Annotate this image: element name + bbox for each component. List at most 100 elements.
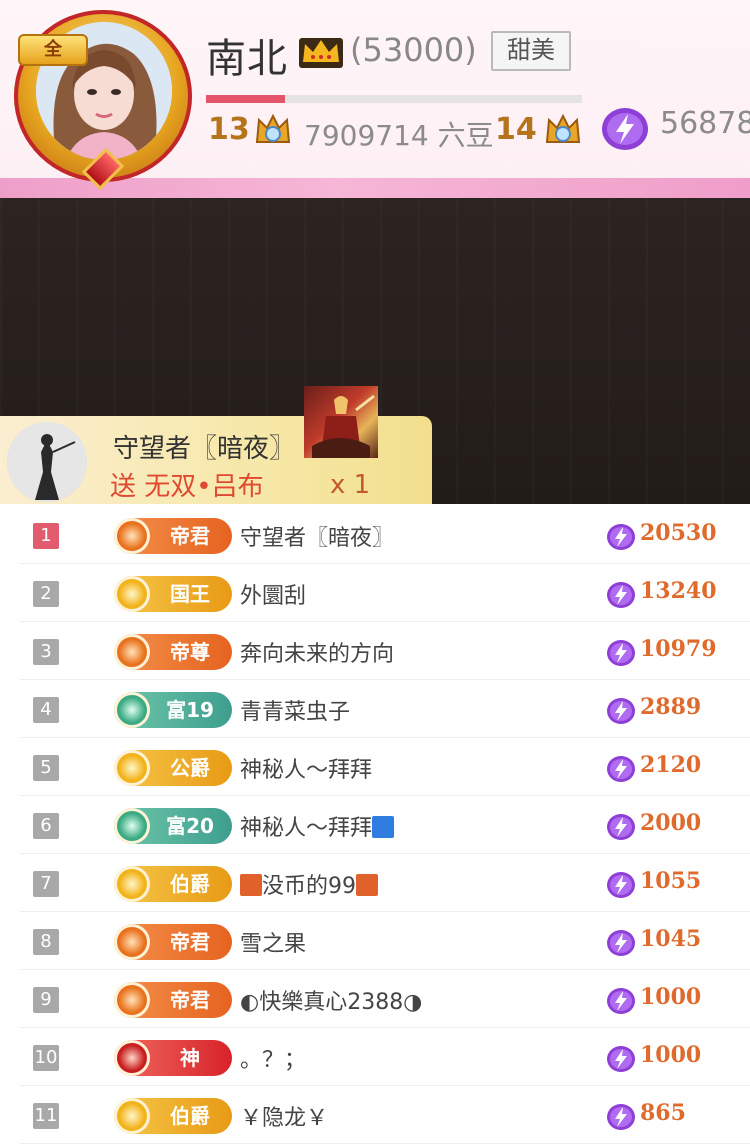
- gift-sender-name[interactable]: 守望者〖暗夜〗: [113, 428, 295, 465]
- user-rank-badge: 帝尊: [114, 634, 232, 670]
- badge-emblem-icon: [114, 692, 150, 728]
- level-progress-fill: [206, 95, 285, 103]
- gift-sender-avatar-image: [7, 422, 87, 502]
- badge-emblem-icon: [114, 866, 150, 902]
- rank-score: 2889: [640, 694, 702, 720]
- rank-user-name[interactable]: 外圜刮: [240, 578, 306, 610]
- rank-number: 8: [33, 929, 59, 955]
- user-rank-badge: 伯爵: [114, 866, 232, 902]
- rank-user-name[interactable]: ◐快樂真心2388◑: [240, 984, 422, 1016]
- rank-user-name-text: 守望者〖暗夜〗: [240, 526, 395, 551]
- level-crown-icon: [255, 113, 291, 143]
- rank-user-name[interactable]: 奔向未来的方向: [240, 636, 394, 668]
- rank-score: 10979: [640, 636, 717, 662]
- rank-score: 13240: [640, 578, 717, 604]
- rank-row[interactable]: 4 富19 青青菜虫子 2889: [20, 680, 750, 738]
- rank-number: 3: [33, 639, 59, 665]
- lightning-coin-icon: [606, 1102, 636, 1132]
- rank-row[interactable]: 3 帝尊 奔向未来的方向 10979: [20, 622, 750, 680]
- anchor-fan-count: (53000): [350, 31, 477, 69]
- rank-user-name-text: 神秘人～拜拜: [240, 758, 373, 783]
- rank-score: 1045: [640, 926, 702, 952]
- current-level: 13: [208, 112, 250, 147]
- rank-user-name-text: 没币的99: [262, 874, 356, 899]
- rank-user-name[interactable]: 守望者〖暗夜〗: [240, 520, 394, 552]
- frame-tag-badge: 全: [18, 34, 88, 66]
- lightning-coin-icon: [606, 580, 636, 610]
- badge-emblem-icon: [114, 808, 150, 844]
- rank-user-name[interactable]: 神秘人～拜拜: [240, 752, 372, 784]
- next-level: 14: [495, 112, 537, 147]
- rank-score: 20530: [640, 520, 717, 546]
- badge-emblem-icon: [114, 576, 150, 612]
- lightning-coin-icon: [606, 870, 636, 900]
- rank-score: 1000: [640, 984, 702, 1010]
- lightning-coin-icon: [606, 812, 636, 842]
- rank-user-name[interactable]: ￥隐龙￥: [240, 1100, 328, 1132]
- user-rank-badge: 帝君: [114, 518, 232, 554]
- anchor-style-tag: 甜美: [491, 31, 571, 71]
- anchor-avatar-frame[interactable]: 全: [6, 2, 196, 191]
- user-rank-badge: 富20: [114, 808, 232, 844]
- lightning-coin-icon: [606, 928, 636, 958]
- badge-title: 富20: [166, 814, 214, 838]
- rank-score: 1055: [640, 868, 702, 894]
- rank-score: 865: [640, 1100, 686, 1126]
- name-suffix-icon: [372, 816, 395, 838]
- crown-icon: [299, 38, 343, 68]
- rank-user-name-text: ◐快樂真心2388◑: [240, 990, 423, 1015]
- badge-title: 富19: [166, 698, 214, 722]
- rank-row[interactable]: 8 帝君 雪之果 1045: [20, 912, 750, 970]
- rank-user-name-text: 外圜刮: [240, 584, 307, 609]
- rank-row[interactable]: 11 伯爵 ￥隐龙￥ 865: [20, 1086, 750, 1144]
- rank-row[interactable]: 10 神 。？； 1000: [20, 1028, 750, 1086]
- badge-emblem-icon: [114, 750, 150, 786]
- user-rank-badge: 国王: [114, 576, 232, 612]
- rank-user-name[interactable]: 雪之果: [240, 926, 306, 958]
- badge-emblem-icon: [114, 634, 150, 670]
- rank-number: 7: [33, 871, 59, 897]
- warrior-gift-icon: [312, 394, 375, 458]
- rank-user-name-text: 奔向未来的方向: [240, 642, 395, 667]
- rank-row[interactable]: 2 国王 外圜刮 13240: [20, 564, 750, 622]
- rank-row[interactable]: 9 帝君 ◐快樂真心2388◑ 1000: [20, 970, 750, 1028]
- badge-title: 公爵: [170, 756, 210, 780]
- rank-user-name[interactable]: 。？；: [240, 1042, 306, 1074]
- rank-score: 1000: [640, 1042, 702, 1068]
- badge-title: 帝君: [170, 930, 210, 954]
- coin-balance: 56878: [660, 106, 750, 141]
- rank-user-name[interactable]: 青青菜虫子: [240, 694, 350, 726]
- user-rank-badge: 神: [114, 1040, 232, 1076]
- user-rank-badge: 帝君: [114, 924, 232, 960]
- rank-row[interactable]: 1 帝君 守望者〖暗夜〗 20530: [20, 506, 750, 564]
- rank-user-name-text: ￥隐龙￥: [240, 1106, 329, 1131]
- rank-number: 6: [33, 813, 59, 839]
- badge-title: 神: [180, 1046, 200, 1070]
- badge-title: 国王: [170, 582, 210, 606]
- badge-emblem-icon: [114, 518, 150, 554]
- rank-user-name[interactable]: 神秘人～拜拜: [240, 810, 395, 842]
- rank-number: 4: [33, 697, 59, 723]
- user-rank-badge: 公爵: [114, 750, 232, 786]
- rank-number: 5: [33, 755, 59, 781]
- anchor-name[interactable]: 南北: [206, 26, 288, 84]
- rank-user-name[interactable]: 没币的99: [240, 868, 378, 900]
- lightning-coin-icon: [606, 696, 636, 726]
- badge-title: 伯爵: [170, 872, 210, 896]
- rank-user-name-text: 神秘人～拜拜: [240, 816, 373, 841]
- gift-message: 送 无双•吕布: [110, 472, 264, 502]
- rank-row[interactable]: 6 富20 神秘人～拜拜 2000: [20, 796, 750, 854]
- name-prefix-icon: [240, 874, 262, 896]
- badge-emblem-icon: [114, 924, 150, 960]
- gift-sender-avatar[interactable]: [7, 422, 87, 502]
- user-rank-badge: 富19: [114, 692, 232, 728]
- gift-quantity: x 1: [330, 470, 371, 500]
- level-progress-bar: [206, 95, 582, 103]
- rank-row[interactable]: 7 伯爵 没币的99 1055: [20, 854, 750, 912]
- lightning-coin-icon: [606, 986, 636, 1016]
- rank-row[interactable]: 5 公爵 神秘人～拜拜 2120: [20, 738, 750, 796]
- badge-emblem-icon: [114, 982, 150, 1018]
- lightning-coin-icon: [606, 638, 636, 668]
- rank-score: 2120: [640, 752, 702, 778]
- badge-title: 帝君: [170, 524, 210, 548]
